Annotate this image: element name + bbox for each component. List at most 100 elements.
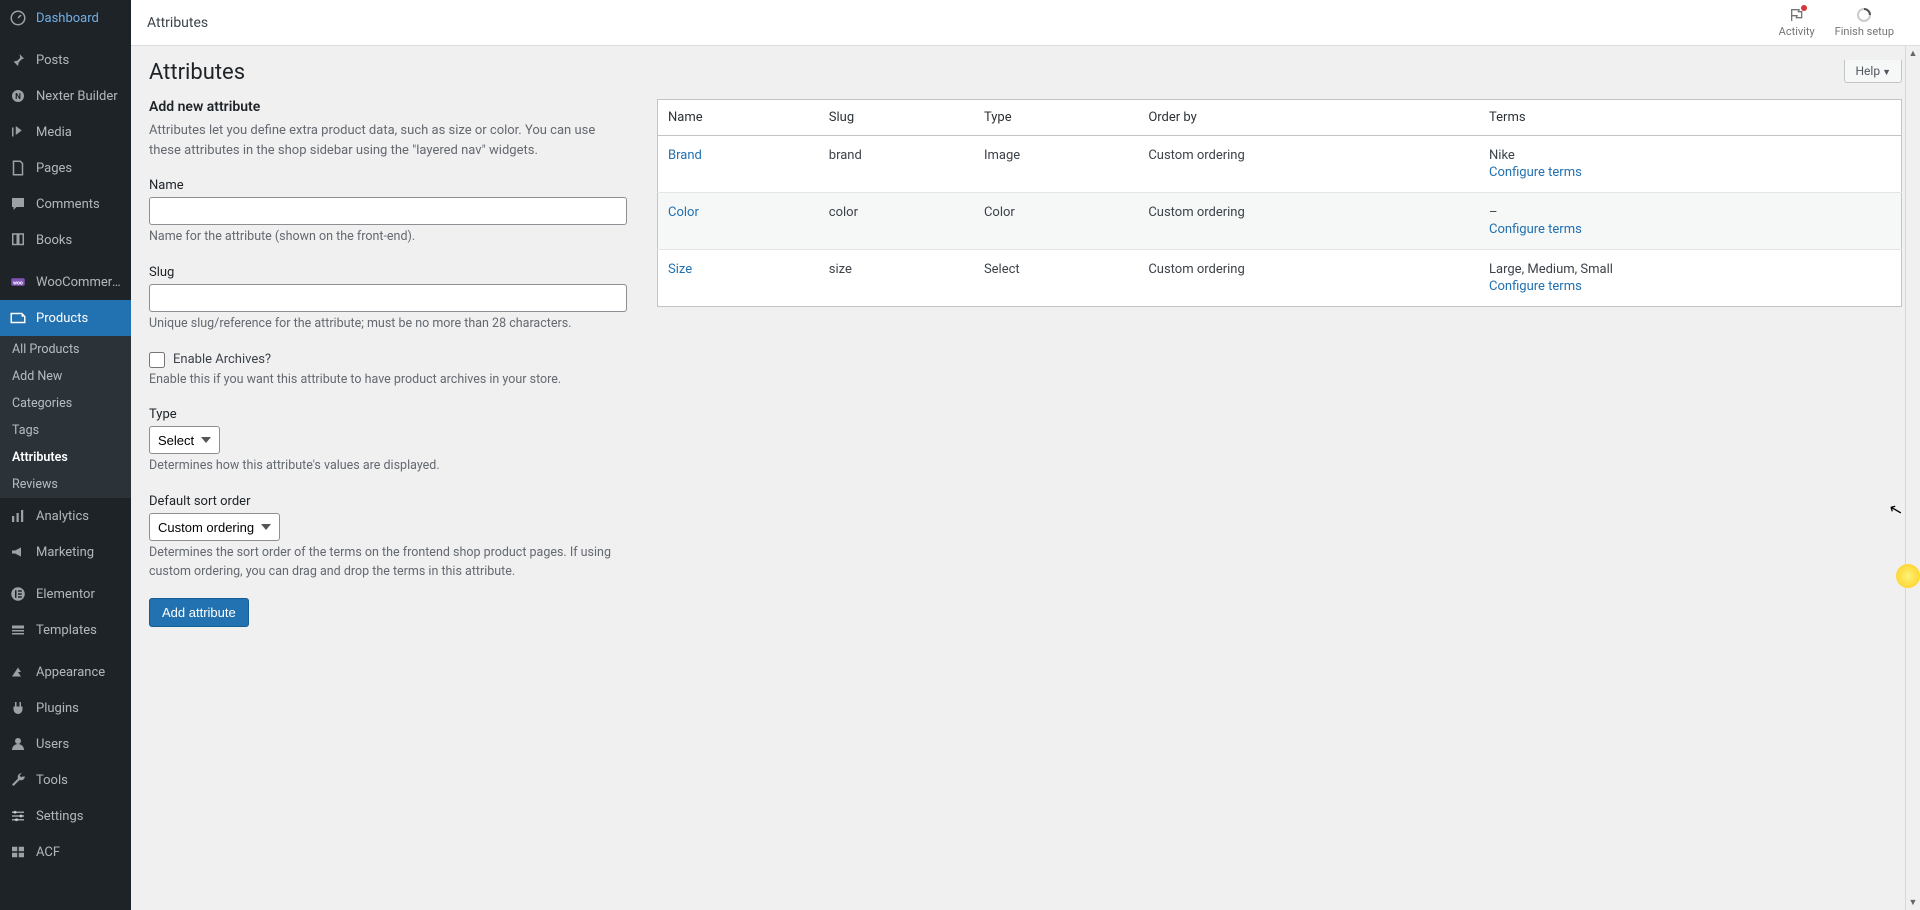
wc-topbar: Attributes Activity Finish setup [131, 0, 1920, 46]
type-hint: Determines how this attribute's values a… [149, 457, 627, 476]
slug-input[interactable] [149, 284, 627, 312]
attr-slug: color [819, 193, 974, 250]
sidebar-item-products[interactable]: Products [0, 300, 131, 336]
slug-hint: Unique slug/reference for the attribute;… [149, 315, 627, 334]
form-intro: Attributes let you define extra product … [149, 121, 627, 160]
sidebar-item-nexter-builder[interactable]: NNexter Builder [0, 78, 131, 114]
sidebar-item-tools[interactable]: Tools [0, 762, 131, 798]
submenu-item-attributes[interactable]: Attributes [0, 444, 131, 471]
sidebar-item-label: Pages [36, 161, 72, 176]
analytics-icon [8, 506, 28, 526]
attr-terms: – [1489, 205, 1891, 220]
svg-text:N: N [15, 92, 21, 102]
col-terms[interactable]: Terms [1479, 100, 1901, 136]
sidebar-item-label: Marketing [36, 545, 94, 560]
sidebar-item-books[interactable]: Books [0, 222, 131, 258]
sidebar-item-label: Posts [36, 53, 69, 68]
finish-setup-label: Finish setup [1835, 25, 1894, 38]
nexter-icon: N [8, 86, 28, 106]
enable-archives-label: Enable Archives? [173, 352, 271, 367]
attr-terms: Large, Medium, Small [1489, 262, 1891, 277]
sidebar-item-appearance[interactable]: Appearance [0, 654, 131, 690]
activity-button[interactable]: Activity [1769, 7, 1825, 38]
sidebar-item-label: Appearance [36, 665, 105, 680]
enable-archives-checkbox[interactable] [149, 352, 165, 368]
page-body: Help▼ Attributes Add new attribute Attri… [131, 46, 1920, 910]
acf-icon [8, 842, 28, 862]
sidebar-item-media[interactable]: Media [0, 114, 131, 150]
plugins-icon [8, 698, 28, 718]
attr-name-link[interactable]: Color [668, 205, 699, 220]
help-tab[interactable]: Help▼ [1844, 60, 1902, 83]
comments-icon [8, 194, 28, 214]
attr-name-link[interactable]: Size [668, 262, 692, 277]
admin-sidebar: Dashboard Posts NNexter BuilderMedia Pages C… [0, 0, 131, 910]
marketing-icon [8, 542, 28, 562]
progress-circle-icon [1856, 7, 1872, 23]
configure-terms-link[interactable]: Configure terms [1489, 222, 1582, 237]
add-attribute-button[interactable]: Add attribute [149, 598, 249, 627]
sidebar-item-label: Templates [36, 623, 97, 638]
configure-terms-link[interactable]: Configure terms [1489, 165, 1582, 180]
sidebar-item-templates[interactable]: Templates [0, 612, 131, 648]
table-row: ColorcolorColorCustom ordering–Configure… [658, 193, 1902, 250]
attr-type: Image [974, 136, 1138, 193]
attr-slug: size [819, 250, 974, 307]
templates-icon [8, 620, 28, 640]
name-hint: Name for the attribute (shown on the fro… [149, 228, 627, 247]
users-icon [8, 734, 28, 754]
appearance-icon [8, 662, 28, 682]
type-select[interactable]: Select [149, 426, 220, 454]
sidebar-item-pages[interactable]: Pages [0, 150, 131, 186]
sort-hint: Determines the sort order of the terms o… [149, 544, 627, 582]
submenu-item-add-new[interactable]: Add New [0, 363, 131, 390]
sidebar-item-users[interactable]: Users [0, 726, 131, 762]
sidebar-item-posts[interactable]: Posts [0, 42, 131, 78]
sidebar-item-label: Analytics [36, 509, 89, 524]
sidebar-item-label: Books [36, 233, 72, 248]
scroll-up-icon: ▲ [1909, 46, 1918, 61]
page-icon [8, 158, 28, 178]
sidebar-item-label: Comments [36, 197, 100, 212]
svg-text:woo: woo [13, 280, 23, 286]
sort-select[interactable]: Custom ordering [149, 513, 280, 541]
sidebar-item-label: Plugins [36, 701, 79, 716]
scroll-down-icon: ▼ [1909, 895, 1918, 910]
submenu-item-all-products[interactable]: All Products [0, 336, 131, 363]
col-name[interactable]: Name [658, 100, 819, 136]
slug-label: Slug [149, 265, 627, 280]
finish-setup-button[interactable]: Finish setup [1825, 7, 1904, 38]
table-row: SizesizeSelectCustom orderingLarge, Medi… [658, 250, 1902, 307]
media-icon [8, 122, 28, 142]
submenu-item-tags[interactable]: Tags [0, 417, 131, 444]
sidebar-item-acf[interactable]: ACF [0, 834, 131, 870]
sidebar-item-label: ACF [36, 845, 60, 860]
type-label: Type [149, 407, 627, 422]
sidebar-item-marketing[interactable]: Marketing [0, 534, 131, 570]
configure-terms-link[interactable]: Configure terms [1489, 279, 1582, 294]
col-slug[interactable]: Slug [819, 100, 974, 136]
book-icon [8, 230, 28, 250]
col-order[interactable]: Order by [1138, 100, 1479, 136]
sidebar-item-dashboard[interactable]: Dashboard [0, 0, 131, 36]
attr-name-link[interactable]: Brand [668, 148, 702, 163]
sidebar-item-elementor[interactable]: Elementor [0, 576, 131, 612]
sidebar-item-woocommerce[interactable]: wooWooCommerce [0, 264, 131, 300]
name-label: Name [149, 178, 627, 193]
form-heading: Add new attribute [149, 99, 627, 115]
attr-slug: brand [819, 136, 974, 193]
sidebar-item-settings[interactable]: Settings [0, 798, 131, 834]
submenu-item-reviews[interactable]: Reviews [0, 471, 131, 498]
sidebar-item-analytics[interactable]: Analytics [0, 498, 131, 534]
attr-type: Select [974, 250, 1138, 307]
name-input[interactable] [149, 197, 627, 225]
settings-icon [8, 806, 28, 826]
sidebar-submenu: All ProductsAdd NewCategoriesTagsAttribu… [0, 336, 131, 498]
col-type[interactable]: Type [974, 100, 1138, 136]
vertical-scrollbar[interactable]: ▲ ▼ [1905, 46, 1920, 910]
sidebar-item-label: Tools [36, 773, 68, 788]
sidebar-item-plugins[interactable]: Plugins [0, 690, 131, 726]
sidebar-item-label: Products [36, 311, 88, 326]
submenu-item-categories[interactable]: Categories [0, 390, 131, 417]
sidebar-item-comments[interactable]: Comments [0, 186, 131, 222]
